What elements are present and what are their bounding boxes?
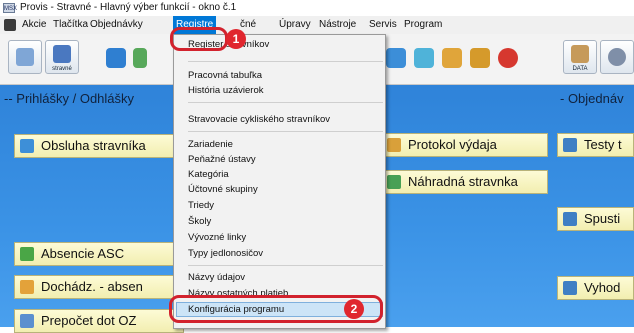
power-icon[interactable] xyxy=(498,48,518,68)
menu-program[interactable]: Program xyxy=(404,16,442,34)
monitor-icon xyxy=(563,138,577,152)
toolbar-caption-stravne: stravné xyxy=(52,66,72,72)
refresh-icon xyxy=(20,139,34,153)
obsluha-stravnika-button[interactable]: Obsluha stravníka xyxy=(14,134,184,158)
menu-nastroje[interactable]: Nástroje xyxy=(319,16,356,34)
edit-icon[interactable] xyxy=(442,48,462,68)
menu-item-vyvozne-linky[interactable]: Vývozné linky xyxy=(188,231,246,244)
menu-item-pracovna-tabulka[interactable]: Pracovná tabuľka xyxy=(188,69,262,82)
list-icon[interactable] xyxy=(386,48,406,68)
arrow-icon xyxy=(20,247,34,261)
refresh-icon[interactable] xyxy=(106,48,126,68)
menu-item-kategoria[interactable]: Kategória xyxy=(188,168,229,181)
menu-item-typy-jedlonosicov[interactable]: Typy jedlonosičov xyxy=(188,247,263,260)
section-prihlasky: -- Prihlášky / Odhlášky xyxy=(4,91,135,106)
network-icon[interactable] xyxy=(414,48,434,68)
annotation-badge-1: 1 xyxy=(226,29,246,49)
toolbar-caption-data: DATA xyxy=(572,66,588,72)
calc-icon[interactable] xyxy=(133,48,147,68)
protokol-vydaja-button[interactable]: Protokol výdaja xyxy=(381,133,548,157)
menu-item-penazne-ustavy[interactable]: Peňažné ústavy xyxy=(188,153,256,166)
nahradna-stravnka-button[interactable]: Náhradná stravnka xyxy=(381,170,548,194)
absencie-asc-button[interactable]: Absencie ASC xyxy=(14,242,184,266)
section-objednavky: - Objednáv xyxy=(560,91,624,106)
menu-item-nazvy-udajov[interactable]: Názvy údajov xyxy=(188,271,245,284)
menu-separator xyxy=(188,265,383,266)
toolbar-button-stravne[interactable]: stravné xyxy=(45,40,79,74)
menu-akcie[interactable]: Akcie xyxy=(22,16,46,34)
spusti-button[interactable]: Spusti xyxy=(557,207,634,231)
menu-upravy[interactable]: Úpravy xyxy=(279,16,311,34)
toolbar-button-settings[interactable] xyxy=(600,40,634,74)
menu-item-zariadenie[interactable]: Zariadenie xyxy=(188,138,233,151)
menu-separator xyxy=(188,61,383,62)
system-menu-icon[interactable] xyxy=(4,19,16,31)
registre-dropdown-menu: Register stravníkov Pracovná tabuľka His… xyxy=(173,34,386,329)
folder-icon[interactable] xyxy=(470,48,490,68)
toolbar-button-transfer[interactable] xyxy=(8,40,42,74)
refresh-icon xyxy=(387,175,401,189)
menu-objednavky[interactable]: Objednávky xyxy=(90,16,143,34)
vyhodnotenie-button[interactable]: Vyhod xyxy=(557,276,634,300)
menu-bar: Akcie Tlačítka Objednávky Registre čné Ú… xyxy=(0,16,634,34)
menu-item-skoly[interactable]: Školy xyxy=(188,215,211,228)
menu-item-stravovacie-cykly[interactable]: Stravovacie cykliského stravníkov xyxy=(188,113,330,126)
data-box-icon xyxy=(571,45,589,63)
toolbar-button-data[interactable]: DATA xyxy=(563,40,597,74)
menu-separator xyxy=(188,131,383,132)
calc-icon xyxy=(20,314,34,328)
menu-item-uctovne-skupiny[interactable]: Účtovné skupiny xyxy=(188,183,258,196)
title-bar: MSX Provis - Stravné - Hlavný výber funk… xyxy=(0,0,634,16)
annotation-badge-2: 2 xyxy=(344,299,364,319)
pencil-icon xyxy=(20,280,34,294)
menu-gutter xyxy=(174,35,186,328)
menu-item-historia-uzavierok[interactable]: História uzávierok xyxy=(188,84,264,97)
folder-icon xyxy=(387,138,401,152)
prepocet-dotacie-button[interactable]: Prepočet dot OZ xyxy=(14,309,184,333)
gear-icon xyxy=(608,48,626,66)
menu-item-triedy[interactable]: Triedy xyxy=(188,199,214,212)
app-icon: MSX xyxy=(3,3,17,13)
annotation-ring-registre xyxy=(170,27,228,51)
testy-button[interactable]: Testy t xyxy=(557,133,634,157)
menu-servis[interactable]: Servis xyxy=(369,16,397,34)
window-title: Provis - Stravné - Hlavný výber funkcií … xyxy=(20,2,237,13)
check-icon xyxy=(53,45,71,63)
monitor-icon xyxy=(563,281,577,295)
dochadzka-absencie-button[interactable]: Dochádz. - absen xyxy=(14,275,184,299)
menu-tlacitka[interactable]: Tlačítka xyxy=(53,16,88,34)
monitor-icon xyxy=(563,212,577,226)
menu-separator xyxy=(188,102,383,103)
transfer-icon xyxy=(16,48,34,66)
